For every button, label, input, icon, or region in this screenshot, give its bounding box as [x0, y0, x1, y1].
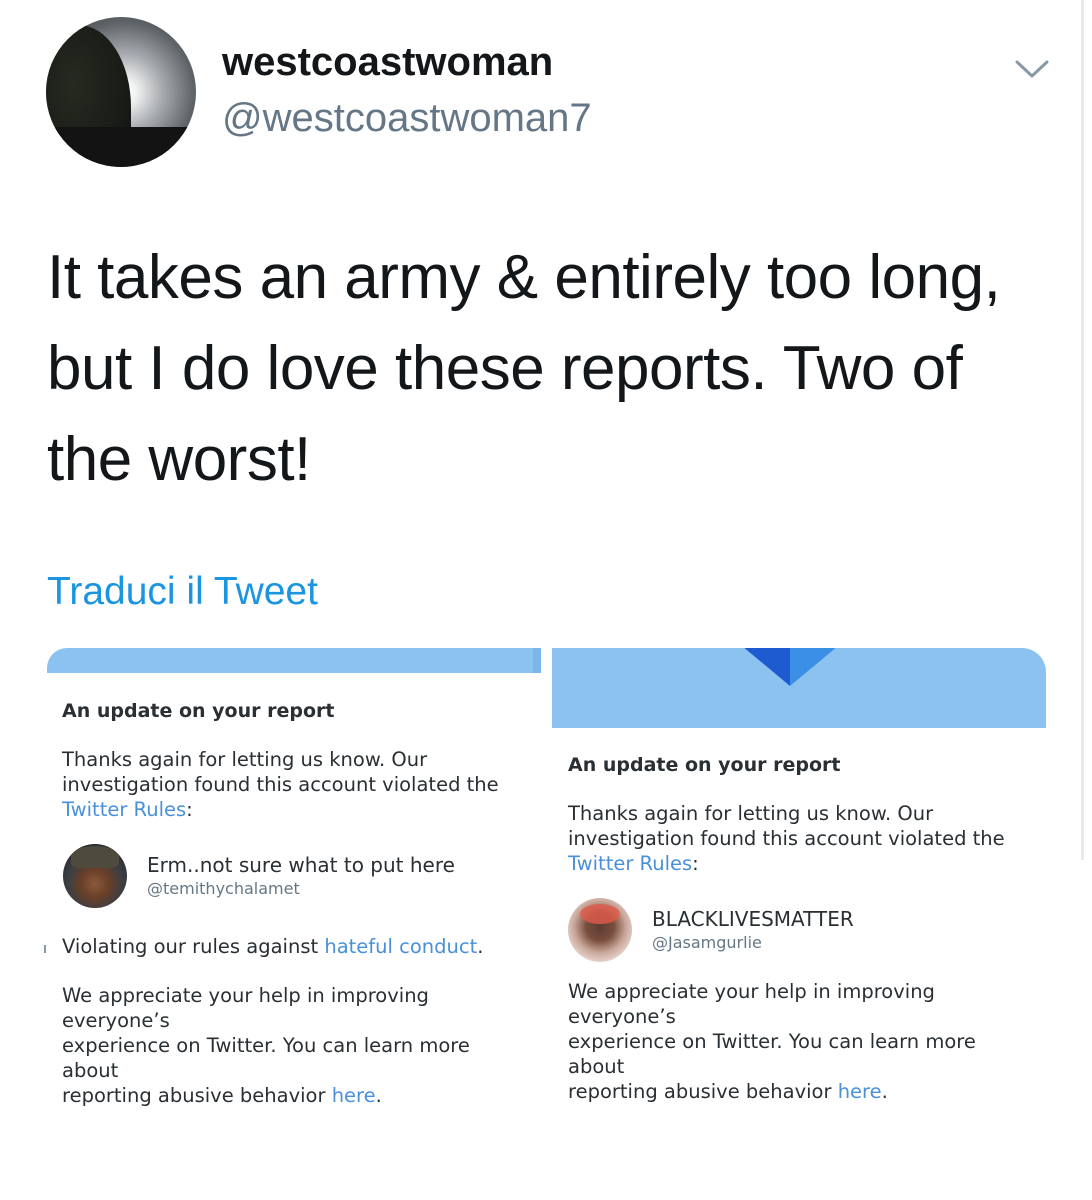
reported-account-name: Erm..not sure what to put here	[147, 853, 455, 877]
appreciation-line-3: reporting abusive behavior here.	[568, 1079, 1038, 1104]
here-suffix: .	[881, 1080, 888, 1103]
report-body-line-1: Thanks again for letting us know. Our	[62, 748, 428, 771]
report-body: Thanks again for letting us know. Our in…	[62, 747, 532, 822]
violation-prefix: Violating our rules against	[62, 935, 325, 958]
appreciation-line-2: experience on Twitter. You can learn mor…	[62, 1034, 470, 1082]
tweet-text-line-3: the worst!	[47, 425, 311, 494]
report-body-line-2: investigation found this account violate…	[62, 773, 499, 796]
violation-text: Violating our rules against hateful cond…	[62, 934, 532, 959]
tweet-text: It takes an army & entirely too long, bu…	[47, 232, 1047, 505]
report-body-line-3: Twitter Rules:	[62, 797, 532, 822]
report-image-right[interactable]: An update on your report Thanks again fo…	[552, 648, 1046, 1103]
appreciation-line-3-prefix: reporting abusive behavior	[568, 1080, 838, 1103]
display-name[interactable]: westcoastwoman	[222, 40, 553, 85]
profile-avatar[interactable]	[46, 17, 196, 167]
appreciation-line-1: We appreciate your help in improving eve…	[62, 984, 429, 1032]
report-body-line-3: Twitter Rules:	[568, 851, 1038, 876]
reported-account-handle: @temithychalamet	[147, 879, 300, 898]
report-title: An update on your report	[62, 700, 335, 722]
violation-suffix: .	[477, 935, 484, 958]
appreciation-text: We appreciate your help in improving eve…	[568, 979, 1038, 1104]
appreciation-line-3: reporting abusive behavior here.	[62, 1083, 532, 1108]
avatar-ground	[46, 127, 196, 167]
banner-pointer-icon	[744, 648, 836, 686]
scroll-edge	[1081, 0, 1084, 860]
here-suffix: .	[375, 1084, 382, 1107]
appreciation-text: We appreciate your help in improving eve…	[62, 983, 532, 1108]
tweet-text-line-2: but I do love these reports. Two of	[47, 334, 963, 403]
bullet-mark	[44, 945, 46, 953]
here-link: here	[331, 1084, 376, 1107]
report-body-line-2: investigation found this account violate…	[568, 827, 1005, 850]
twitter-rules-link: Twitter Rules	[62, 798, 187, 821]
report-title: An update on your report	[568, 754, 841, 776]
appreciation-line-3-prefix: reporting abusive behavior	[62, 1084, 332, 1107]
rules-suffix: :	[186, 798, 193, 821]
tweet-text-line-1: It takes an army & entirely too long,	[47, 243, 1001, 312]
reported-account-name: BLACKLIVESMATTER	[652, 907, 854, 931]
report-banner	[47, 648, 541, 673]
reported-account-avatar	[63, 844, 127, 908]
reported-account-handle: @Jasamgurlie	[652, 933, 762, 952]
chevron-down-icon[interactable]	[1012, 52, 1052, 82]
report-body: Thanks again for letting us know. Our in…	[568, 801, 1038, 876]
here-link: here	[837, 1080, 882, 1103]
reported-account-avatar	[568, 898, 632, 962]
twitter-rules-link: Twitter Rules	[568, 852, 693, 875]
translate-tweet-link[interactable]: Traduci il Tweet	[47, 570, 318, 614]
user-handle[interactable]: @westcoastwoman7	[222, 96, 592, 141]
rules-suffix: :	[692, 852, 699, 875]
report-banner	[552, 648, 1046, 728]
appreciation-line-1: We appreciate your help in improving eve…	[568, 980, 935, 1028]
hateful-conduct-link: hateful conduct	[324, 935, 478, 958]
report-image-left[interactable]: An update on your report Thanks again fo…	[44, 648, 541, 1107]
report-body-line-1: Thanks again for letting us know. Our	[568, 802, 934, 825]
appreciation-line-2: experience on Twitter. You can learn mor…	[568, 1030, 976, 1078]
